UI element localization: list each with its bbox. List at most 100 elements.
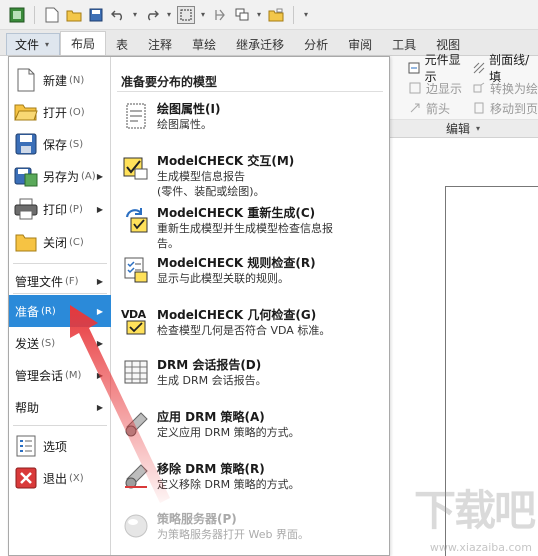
open-folder-icon[interactable] bbox=[65, 6, 83, 24]
arrow-button[interactable]: 箭头 bbox=[390, 98, 468, 118]
tab-analysis[interactable]: 分析 bbox=[294, 33, 338, 55]
menu-item-send-key: (S) bbox=[41, 337, 56, 349]
submenu-item-desc: (零件、装配或绘图)。 bbox=[157, 185, 265, 198]
menu-item-save-label: 保存 bbox=[43, 137, 68, 152]
windows-dropdown-icon[interactable]: ▾ bbox=[255, 10, 263, 19]
menu-item-help[interactable]: 帮助 ▶ bbox=[9, 393, 111, 421]
move-to-page-label: 移动到页 bbox=[490, 101, 538, 116]
submenu-item-desc: 生成模型信息报告 bbox=[157, 170, 245, 183]
menu-item-print-key: (P) bbox=[69, 203, 83, 215]
regenerate-icon[interactable] bbox=[211, 6, 229, 24]
prepare-submenu: 准备要分布的模型 绘图属性(I) 绘图属性。 ModelCHECK 交互(M) … bbox=[111, 57, 389, 555]
submenu-item-title: 移除 DRM 策略(R) bbox=[157, 462, 265, 476]
menu-item-new-key: (N) bbox=[69, 74, 85, 86]
submenu-item-title: 策略服务器(P) bbox=[157, 512, 237, 526]
file-menu-commands: 新建 (N) 打开 (O) 保存 (S) 另存为 (A) ▶ 打印 (P) ▶ … bbox=[9, 57, 111, 555]
folder-icon[interactable] bbox=[267, 6, 285, 24]
menu-item-open-key: (O) bbox=[69, 106, 85, 118]
menu-item-new[interactable]: 新建 (N) bbox=[9, 65, 111, 95]
remove-policy-icon bbox=[121, 461, 151, 491]
exit-icon bbox=[13, 465, 39, 491]
submenu-item-title: ModelCHECK 几何检查(G) bbox=[157, 308, 317, 322]
submenu-item-desc: 定义移除 DRM 策略的方式。 bbox=[157, 478, 300, 491]
save-icon bbox=[13, 131, 39, 157]
tab-annotate[interactable]: 注释 bbox=[138, 33, 182, 55]
undo-dropdown-icon[interactable]: ▾ bbox=[131, 10, 139, 19]
menu-item-send-label: 发送 bbox=[15, 336, 40, 351]
submenu-arrow-icon: ▶ bbox=[96, 204, 103, 214]
options-icon bbox=[13, 433, 39, 459]
select-dropdown-icon[interactable]: ▾ bbox=[199, 10, 207, 19]
menu-item-send[interactable]: 发送 (S) ▶ bbox=[9, 329, 111, 357]
windows-icon[interactable] bbox=[233, 6, 251, 24]
menu-item-prepare[interactable]: 准备 (R) ▶ bbox=[9, 295, 111, 327]
submenu-item-modelcheck-rule-check[interactable]: ModelCHECK 规则检查(R) 显示与此模型关联的规则。 bbox=[121, 255, 383, 286]
submenu-item-drm-session-report[interactable]: DRM 会话报告(D) 生成 DRM 会话报告。 bbox=[121, 357, 383, 388]
submenu-item-desc: 绘图属性。 bbox=[157, 118, 212, 131]
edge-display-button[interactable]: 边显示 bbox=[390, 78, 468, 98]
menu-item-options[interactable]: 选项 bbox=[9, 431, 111, 461]
modelcheck-interactive-icon bbox=[121, 153, 151, 183]
select-box-icon[interactable] bbox=[177, 5, 195, 24]
submenu-item-modelcheck-interactive[interactable]: ModelCHECK 交互(M) 生成模型信息报告 (零件、装配或绘图)。 bbox=[121, 153, 383, 199]
menu-item-open[interactable]: 打开 (O) bbox=[9, 97, 111, 127]
menu-item-options-label: 选项 bbox=[43, 439, 68, 454]
submenu-item-modelcheck-geometry-check[interactable]: VDA ModelCHECK 几何检查(G) 检查模型几何是否符合 VDA 标准… bbox=[121, 307, 383, 338]
tab-table[interactable]: 表 bbox=[106, 33, 138, 55]
modelcheck-rule-check-icon bbox=[121, 255, 151, 285]
save-icon[interactable] bbox=[87, 6, 105, 24]
watermark-logo: 下载吧 bbox=[413, 486, 536, 535]
tab-layout[interactable]: 布局 bbox=[60, 31, 107, 55]
submenu-item-desc: 告。 bbox=[157, 237, 179, 250]
menu-item-manage-file-key: (F) bbox=[65, 275, 79, 287]
chevron-down-icon: ▾ bbox=[45, 40, 50, 49]
undo-icon[interactable] bbox=[109, 6, 127, 24]
chevron-down-icon: ▾ bbox=[475, 124, 480, 133]
menu-item-close[interactable]: 关闭 (C) bbox=[9, 227, 111, 257]
customize-toolbar-icon[interactable]: ▾ bbox=[302, 10, 310, 19]
menu-item-open-label: 打开 bbox=[43, 105, 68, 120]
submenu-item-apply-drm-policy[interactable]: 应用 DRM 策略(A) 定义应用 DRM 策略的方式。 bbox=[121, 409, 383, 440]
drm-report-icon bbox=[121, 357, 151, 387]
menu-item-exit-label: 退出 bbox=[43, 471, 68, 486]
edit-group-label[interactable]: 编辑 ▾ bbox=[390, 119, 538, 137]
menu-item-save-as-key: (A) bbox=[81, 170, 96, 182]
tab-review[interactable]: 审阅 bbox=[338, 33, 382, 55]
new-file-icon[interactable] bbox=[43, 6, 61, 24]
menu-item-print[interactable]: 打印 (P) ▶ bbox=[9, 193, 111, 225]
redo-dropdown-icon[interactable]: ▾ bbox=[165, 10, 173, 19]
tab-sketch[interactable]: 草绘 bbox=[182, 33, 226, 55]
tab-tools[interactable]: 工具 bbox=[382, 33, 426, 55]
submenu-item-desc: 重新生成模型并生成模型检查信息报 bbox=[157, 222, 333, 235]
hatch-icon bbox=[472, 61, 485, 75]
component-display-icon bbox=[408, 61, 421, 75]
menu-item-close-label: 关闭 bbox=[43, 235, 68, 250]
vda-geometry-check-icon: VDA bbox=[121, 307, 151, 337]
redo-icon[interactable] bbox=[143, 6, 161, 24]
submenu-item-remove-drm-policy[interactable]: 移除 DRM 策略(R) 定义移除 DRM 策略的方式。 bbox=[121, 461, 383, 492]
convert-label: 转换为绘 bbox=[490, 81, 538, 96]
menu-item-print-label: 打印 bbox=[43, 202, 68, 217]
menu-item-exit-key: (X) bbox=[69, 472, 84, 484]
tab-file[interactable]: 文件 ▾ bbox=[6, 33, 61, 55]
drawing-properties-icon bbox=[121, 101, 151, 131]
menu-item-save-as-label: 另存为 bbox=[43, 169, 80, 184]
menu-item-manage-session[interactable]: 管理会话 (M) ▶ bbox=[9, 361, 111, 389]
convert-button[interactable]: 转换为绘 bbox=[468, 78, 538, 98]
menu-item-exit[interactable]: 退出 (X) bbox=[9, 463, 111, 493]
submenu-item-drawing-properties[interactable]: 绘图属性(I) 绘图属性。 bbox=[121, 101, 383, 132]
app-icon[interactable] bbox=[8, 6, 26, 24]
menu-item-manage-file[interactable]: 管理文件 (F) ▶ bbox=[9, 267, 111, 295]
tab-legacy-migration[interactable]: 继承迁移 bbox=[226, 33, 294, 55]
menu-item-save-as[interactable]: 另存为 (A) ▶ bbox=[9, 161, 111, 191]
hatch-button[interactable]: 剖面线/填 bbox=[468, 53, 538, 84]
move-to-page-button[interactable]: 移动到页 bbox=[468, 98, 538, 118]
menu-item-save[interactable]: 保存 (S) bbox=[9, 129, 111, 159]
edge-display-icon bbox=[408, 81, 422, 95]
submenu-item-policy-server[interactable]: 策略服务器(P) 为策略服务器打开 Web 界面。 bbox=[121, 511, 383, 542]
menu-item-manage-session-label: 管理会话 bbox=[15, 368, 64, 383]
submenu-header-divider bbox=[117, 91, 383, 92]
component-display-button[interactable]: 元件显示 bbox=[390, 53, 468, 84]
quick-access-toolbar: ▾ ▾ ▾ ▾ ▾ bbox=[0, 0, 538, 30]
submenu-item-modelcheck-regenerate[interactable]: ModelCHECK 重新生成(C) 重新生成模型并生成模型检查信息报 告。 bbox=[121, 205, 383, 251]
